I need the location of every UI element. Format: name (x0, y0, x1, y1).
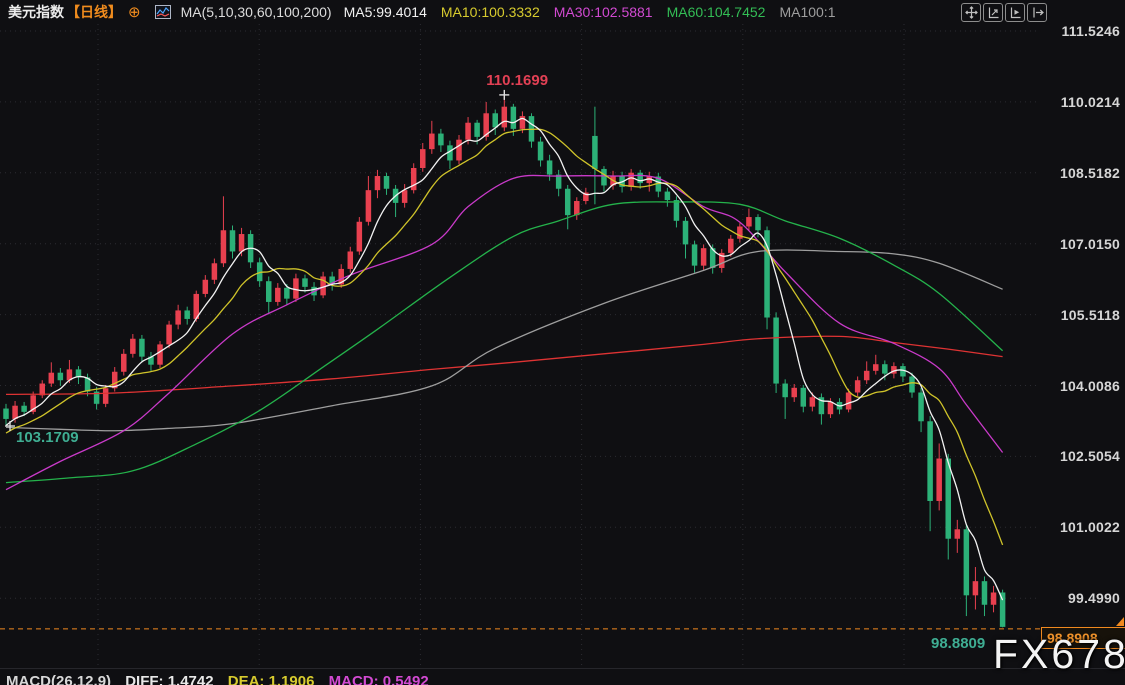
chart-style-icon[interactable] (155, 5, 171, 19)
chart-toolbar (959, 3, 1047, 22)
pane-divider (0, 668, 1125, 669)
go-to-latest-icon[interactable] (1027, 3, 1047, 22)
low-price-label-right: 98.8809 (931, 635, 985, 652)
y-axis-label: 99.4990 (1040, 590, 1120, 606)
y-axis-label: 101.0022 (1040, 519, 1120, 535)
y-axis-label: 111.5246 (1040, 23, 1120, 39)
ma-line-ma100 (6, 250, 1003, 431)
ma-legend: MA5:99.4014 MA10:100.3332 MA30:102.5881 MA6… (344, 4, 850, 20)
axis-scale-icon[interactable] (983, 3, 1003, 22)
macd-macd-value: MACD: 0.5492 (329, 673, 429, 685)
price-axis[interactable]: 111.5246 110.0214 108.5182 107.0150 105.5118… (1041, 0, 1123, 685)
pan-icon[interactable] (961, 3, 981, 22)
y-axis-label: 110.0214 (1040, 94, 1120, 110)
ma-line-ma5 (6, 118, 1003, 600)
ma-line-ma30 (6, 175, 1003, 489)
expand-icon[interactable]: ⊕ (128, 5, 141, 20)
high-price-label: 110.1699 (486, 72, 548, 89)
chart-header: 美元指数 【日线】 ⊕ MA(5,10,30,60,100,200) MA5:9… (0, 0, 1125, 24)
ma-settings-label: MA(5,10,30,60,100,200) (181, 4, 332, 20)
period-label: 【日线】 (66, 2, 122, 22)
ma-legend-value: MA60:104.7452 (667, 4, 766, 20)
y-axis-label: 107.0150 (1040, 236, 1120, 252)
macd-panel-header: MACD(26,12,9) DIFF: 1.4742 DEA: 1.1906 M… (6, 673, 439, 685)
ma-legend-value: MA10:100.3332 (441, 4, 540, 20)
y-axis-label: 102.5054 (1040, 448, 1120, 464)
playback-icon[interactable] (1005, 3, 1025, 22)
macd-dea-value: DEA: 1.1906 (228, 673, 315, 685)
trading-chart-app: 美元指数 【日线】 ⊕ MA(5,10,30,60,100,200) MA5:9… (0, 0, 1125, 685)
candlestick-chart[interactable] (0, 0, 1125, 685)
y-axis-label: 108.5182 (1040, 165, 1120, 181)
watermark: FX678 (993, 631, 1125, 678)
macd-indicator-label: MACD(26,12,9) (6, 673, 111, 685)
ma-legend-value: MA100:1 (779, 4, 835, 20)
symbol-title: 美元指数 (8, 2, 64, 22)
ma-legend-value: MA30:102.5881 (554, 4, 653, 20)
macd-diff-value: DIFF: 1.4742 (125, 673, 213, 685)
ma-legend-value: MA5:99.4014 (344, 4, 427, 20)
y-axis-label: 104.0086 (1040, 378, 1120, 394)
y-axis-label: 105.5118 (1040, 307, 1120, 323)
low-price-label-left: 103.1709 (16, 429, 79, 446)
